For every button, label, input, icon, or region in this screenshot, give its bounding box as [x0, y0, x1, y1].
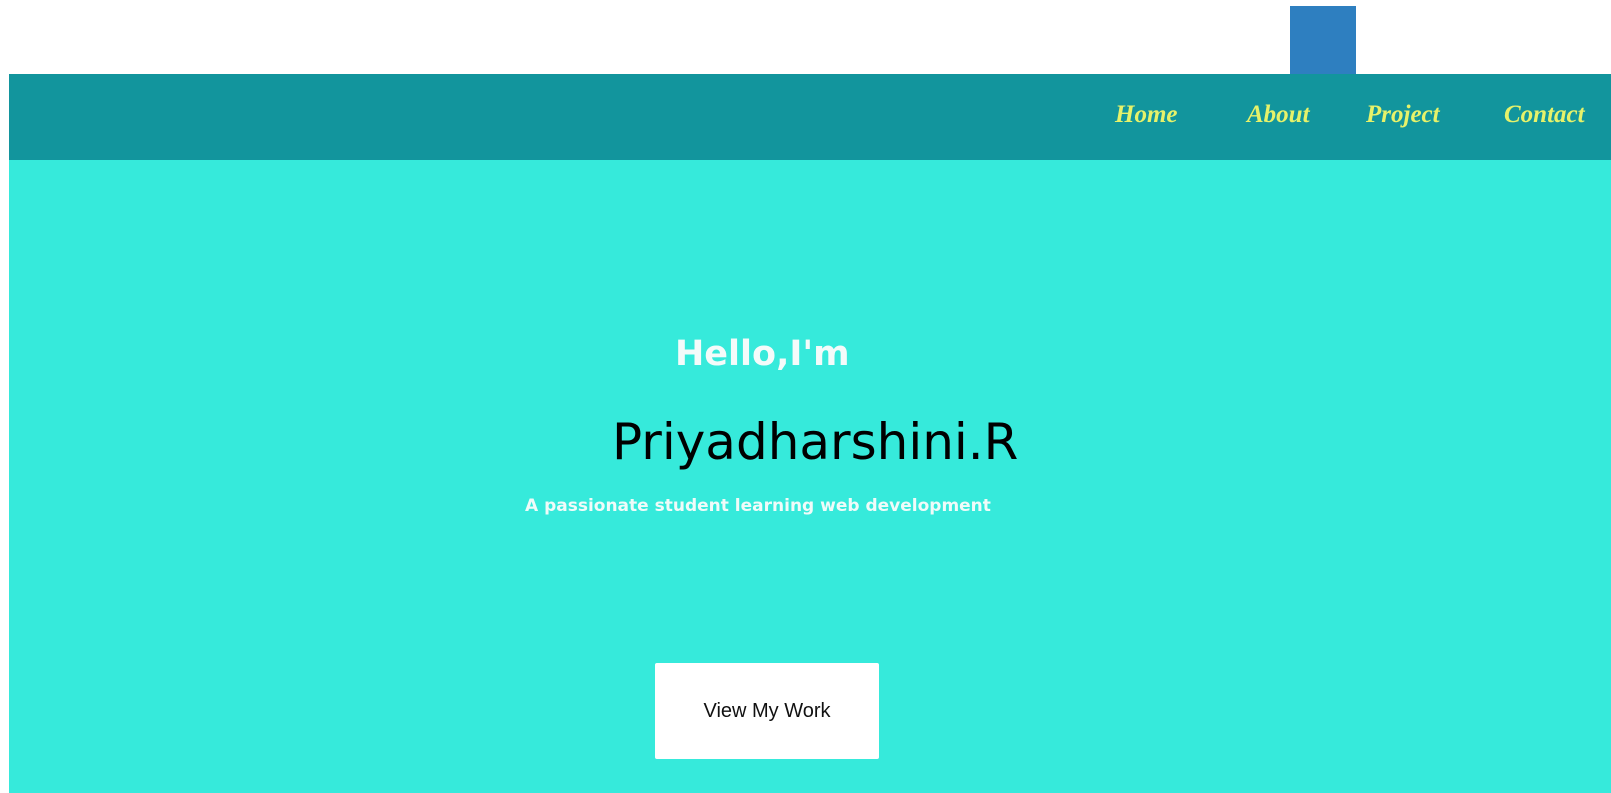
navbar: Home About Project Contact	[9, 74, 1611, 160]
nav-link-project[interactable]: Project	[1366, 102, 1440, 127]
hero-name: Priyadharshini.R	[612, 413, 1019, 471]
hero-greeting: Hello,I'm	[675, 334, 850, 374]
hero-tagline: A passionate student learning web develo…	[525, 496, 991, 516]
blue-square-block	[1290, 6, 1356, 74]
hero-section: Hello,I'm Priyadharshini.R A passionate …	[9, 160, 1611, 793]
nav-link-home[interactable]: Home	[1115, 102, 1178, 127]
view-my-work-button[interactable]: View My Work	[655, 663, 879, 759]
nav-link-about[interactable]: About	[1247, 102, 1310, 127]
page: Home About Project Contact Hello,I'm Pri…	[0, 0, 1611, 793]
nav-link-contact[interactable]: Contact	[1504, 102, 1585, 127]
